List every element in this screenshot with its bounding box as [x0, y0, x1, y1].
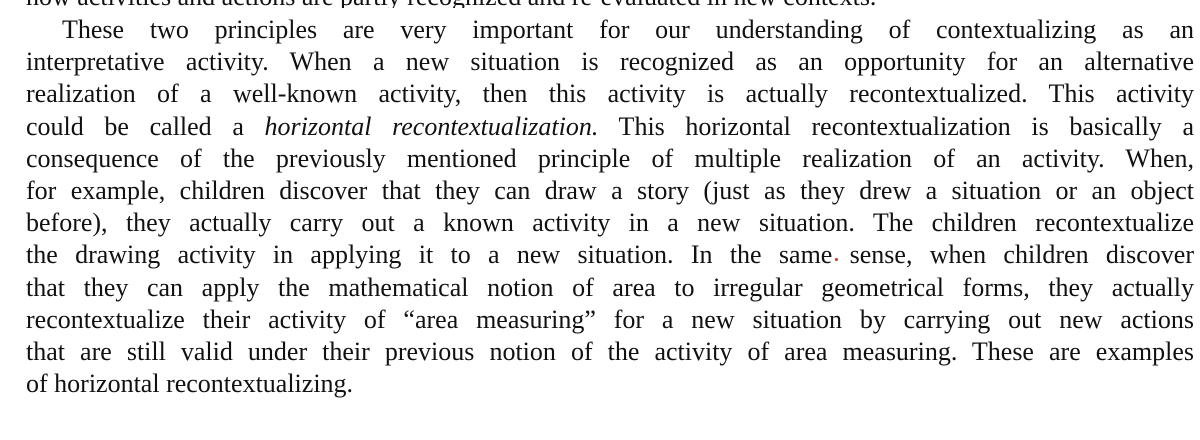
body-paragraph: These two principles are very important … [26, 14, 1194, 400]
paragraph-line-3: realization of a well-known activity, th… [26, 79, 1194, 109]
paragraph-line-6: for example, children discover that they… [26, 176, 1194, 206]
cropped-previous-line: how activities and actions are partly re… [26, 0, 1186, 8]
paragraph-line-2: interpretative activity. When a new situ… [26, 47, 1194, 77]
paragraph-line-5: consequence of the previously mentioned … [26, 143, 1194, 173]
paragraph-line-1: These two principles are very important … [62, 15, 1194, 44]
paragraph-line-7: before), they actually carry out a known… [26, 208, 1194, 238]
paragraph-line-10: recontextualize their activity of “area … [26, 304, 1194, 334]
line-4-lead-text: could be called a [26, 111, 265, 141]
stray-ink-mark [835, 258, 838, 261]
scanned-page: how activities and actions are partly re… [0, 0, 1200, 440]
paragraph-line-12: of horizontal recontextualizing. [26, 369, 354, 399]
paragraph-line-9: that they can apply the mathematical not… [26, 272, 1194, 302]
line-4-trail-text: This horizontal recontextualization is b… [598, 111, 1194, 141]
paragraph-line-8: the drawing activity in applying it to a… [26, 240, 1194, 270]
italic-term: horizontal recontextualization. [264, 111, 599, 141]
paragraph-line-4: could be called a horizontal recontextua… [26, 111, 1194, 143]
paragraph-line-11: that are still valid under their previou… [26, 337, 1194, 367]
